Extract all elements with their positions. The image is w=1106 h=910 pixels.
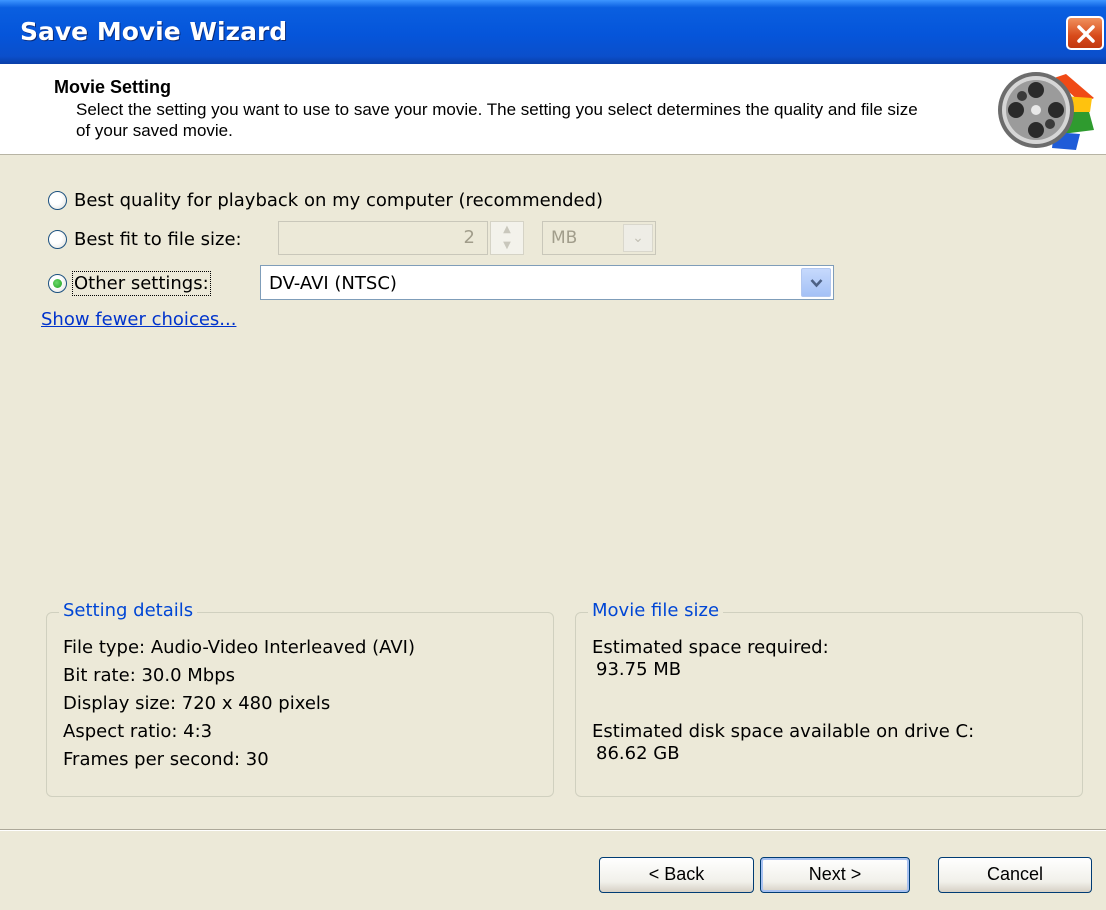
show-fewer-choices-link[interactable]: Show fewer choices... <box>41 309 236 330</box>
cancel-button-label: Cancel <box>986 864 1044 884</box>
film-reel-icon <box>998 72 1094 150</box>
footer-divider <box>0 829 1106 831</box>
detail-frames-per-second: Frames per second: 30 <box>63 749 269 770</box>
spin-down-icon[interactable]: ▼ <box>491 238 523 254</box>
detail-bit-rate: Bit rate: 30.0 Mbps <box>63 665 236 686</box>
setting-details-legend: Setting details <box>59 600 198 621</box>
other-settings-label[interactable]: Other settings: <box>72 271 211 296</box>
title-bar[interactable]: Save Movie Wizard <box>0 0 1106 64</box>
close-button[interactable] <box>1066 16 1104 50</box>
space-required-label: Estimated space required: <box>592 637 829 658</box>
detail-display-size: Display size: 720 x 480 pixels <box>63 693 331 714</box>
setting-details-group: Setting details File type: Audio-Video I… <box>46 600 554 797</box>
wizard-header: Movie Setting Select the setting you wan… <box>0 64 1106 155</box>
best-fit-radio[interactable] <box>48 230 67 249</box>
page-description: Select the setting you want to use to sa… <box>76 100 918 140</box>
best-quality-radio[interactable] <box>48 191 67 210</box>
window-title: Save Movie Wizard <box>20 17 288 46</box>
chevron-down-icon[interactable]: ⌄ <box>623 224 653 252</box>
movie-file-size-group: Movie file size Estimated space required… <box>575 600 1083 797</box>
space-required-value: 93.75 MB <box>596 659 682 680</box>
chevron-down-icon <box>810 279 823 288</box>
dropdown-button[interactable] <box>801 268 831 297</box>
unit-value: MB <box>551 228 578 248</box>
file-size-spinner[interactable]: ▲ ▼ <box>490 221 524 255</box>
best-fit-label[interactable]: Best fit to file size: <box>74 229 242 250</box>
detail-file-type: File type: Audio-Video Interleaved (AVI) <box>63 637 415 658</box>
back-button-label: < Back <box>648 864 705 884</box>
best-quality-label[interactable]: Best quality for playback on my computer… <box>74 190 603 211</box>
close-icon <box>1077 25 1095 43</box>
spin-up-icon[interactable]: ▲ <box>491 222 523 238</box>
cancel-button[interactable]: Cancel <box>938 857 1092 893</box>
movie-file-size-legend: Movie file size <box>588 600 724 621</box>
file-size-input[interactable]: 2 <box>278 221 488 255</box>
back-button[interactable]: < Back <box>599 857 754 893</box>
space-available-label: Estimated disk space available on drive … <box>592 721 975 742</box>
other-settings-select[interactable]: DV-AVI (NTSC) <box>260 265 834 300</box>
page-title: Movie Setting <box>54 77 172 97</box>
format-value: DV-AVI (NTSC) <box>269 273 397 294</box>
next-button[interactable]: Next > <box>760 857 910 893</box>
file-size-unit-select[interactable]: MB ⌄ <box>542 221 656 255</box>
detail-aspect-ratio: Aspect ratio: 4:3 <box>63 721 213 742</box>
next-button-label: Next > <box>808 864 862 884</box>
space-available-value: 86.62 GB <box>596 743 680 764</box>
other-settings-radio[interactable] <box>48 274 67 293</box>
